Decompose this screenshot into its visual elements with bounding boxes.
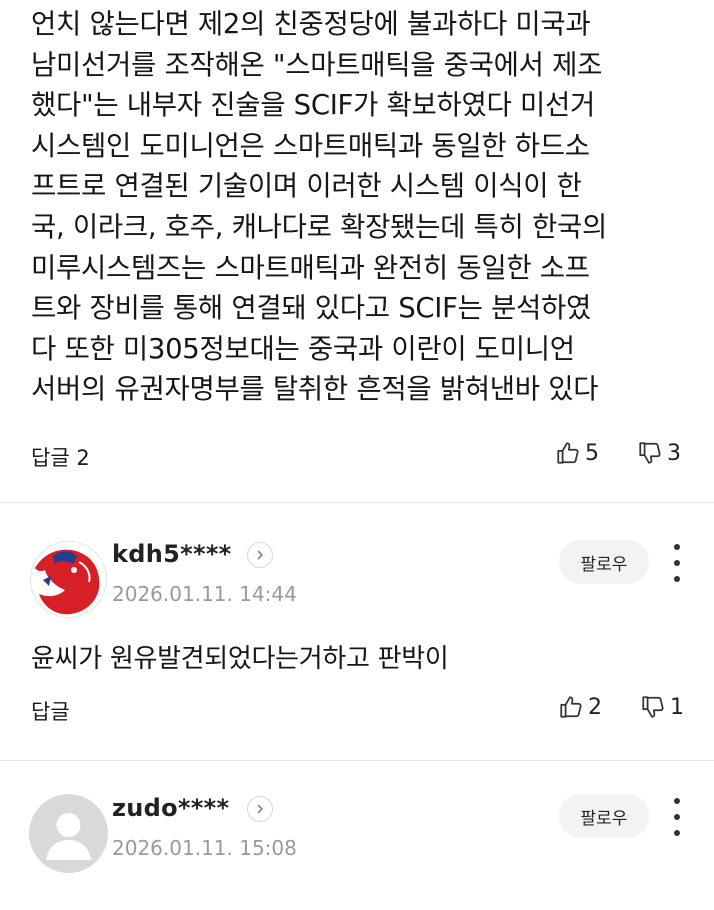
comment-timestamp: 2026.01.11. 15:08: [112, 836, 297, 860]
red-team-logo-avatar[interactable]: [29, 540, 108, 619]
comment-username[interactable]: kdh5****: [112, 540, 232, 568]
comment-username[interactable]: zudo****: [112, 794, 229, 822]
thumbs-up-icon: [560, 696, 582, 718]
post-like-button[interactable]: 5: [555, 440, 599, 466]
post-line: 서버의 유권자명부를 탈취한 흔적을 밝혀낸바 있다: [31, 373, 599, 406]
comment-dislike-count: 1: [670, 694, 684, 720]
thumbs-down-icon: [642, 696, 664, 718]
more-vertical-icon[interactable]: [666, 544, 688, 582]
post-line: 트와 장비를 통해 연결돼 있다고 SCIF는 분석하였: [31, 292, 592, 325]
post-body: 언치 않는다면 제2의 친중정당에 불과하다 미국과 남미선거를 조작해온 "스…: [31, 4, 701, 410]
post-line: 미루시스템즈는 스마트매틱과 완전히 동일한 소프: [31, 251, 590, 284]
comment-dislike-button[interactable]: 1: [640, 694, 684, 720]
chevron-right-icon[interactable]: [247, 542, 273, 568]
post-line: 다 또한 미305정보대는 중국과 이란이 도미니언: [31, 332, 575, 365]
follow-button[interactable]: 팔로우: [559, 794, 649, 838]
comment-like-count: 2: [588, 694, 602, 720]
thumbs-up-icon: [557, 442, 579, 464]
chevron-right-icon[interactable]: [247, 796, 273, 822]
post-actions: 답글 2 5 3: [0, 436, 714, 476]
post-reply-button[interactable]: 답글 2: [31, 442, 90, 472]
post-like-count: 5: [585, 440, 599, 466]
post-line: 남미선거를 조작해온 "스마트매틱을 중국에서 제조: [31, 48, 603, 81]
more-vertical-icon[interactable]: [666, 798, 688, 836]
comment-actions: 답글 2 1: [0, 690, 714, 730]
post-line: 프트로 연결된 기술이며 이러한 시스템 이식이 한: [31, 170, 582, 203]
post-dislike-button[interactable]: 3: [637, 440, 681, 466]
comment-item: kdh5**** 2026.01.11. 14:44 팔로우 윤씨가 원유발견되…: [0, 536, 714, 674]
divider: [0, 502, 714, 503]
comment-text: 윤씨가 원유발견되었다는거하고 판박이: [31, 644, 449, 674]
default-user-avatar[interactable]: [29, 794, 108, 873]
post-line: 국, 이라크, 호주, 캐나다로 확장됐는데 특히 한국의: [31, 210, 607, 243]
post-line: 시스템인 도미니언은 스마트매틱과 동일한 하드소: [31, 129, 590, 162]
comment-item: zudo**** 2026.01.11. 15:08 팔로우: [0, 790, 714, 910]
comment-reply-button[interactable]: 답글: [31, 696, 70, 726]
post-line: 언치 않는다면 제2의 친중정당에 불과하다 미국과: [31, 8, 591, 40]
comment-timestamp: 2026.01.11. 14:44: [112, 582, 297, 606]
post-dislike-count: 3: [667, 440, 681, 466]
post-line: 했다"는 내부자 진술을 SCIF가 확보하였다 미선거: [31, 89, 595, 122]
comment-like-button[interactable]: 2: [558, 694, 602, 720]
follow-button[interactable]: 팔로우: [559, 540, 649, 584]
thumbs-down-icon: [639, 442, 661, 464]
divider: [0, 760, 714, 761]
